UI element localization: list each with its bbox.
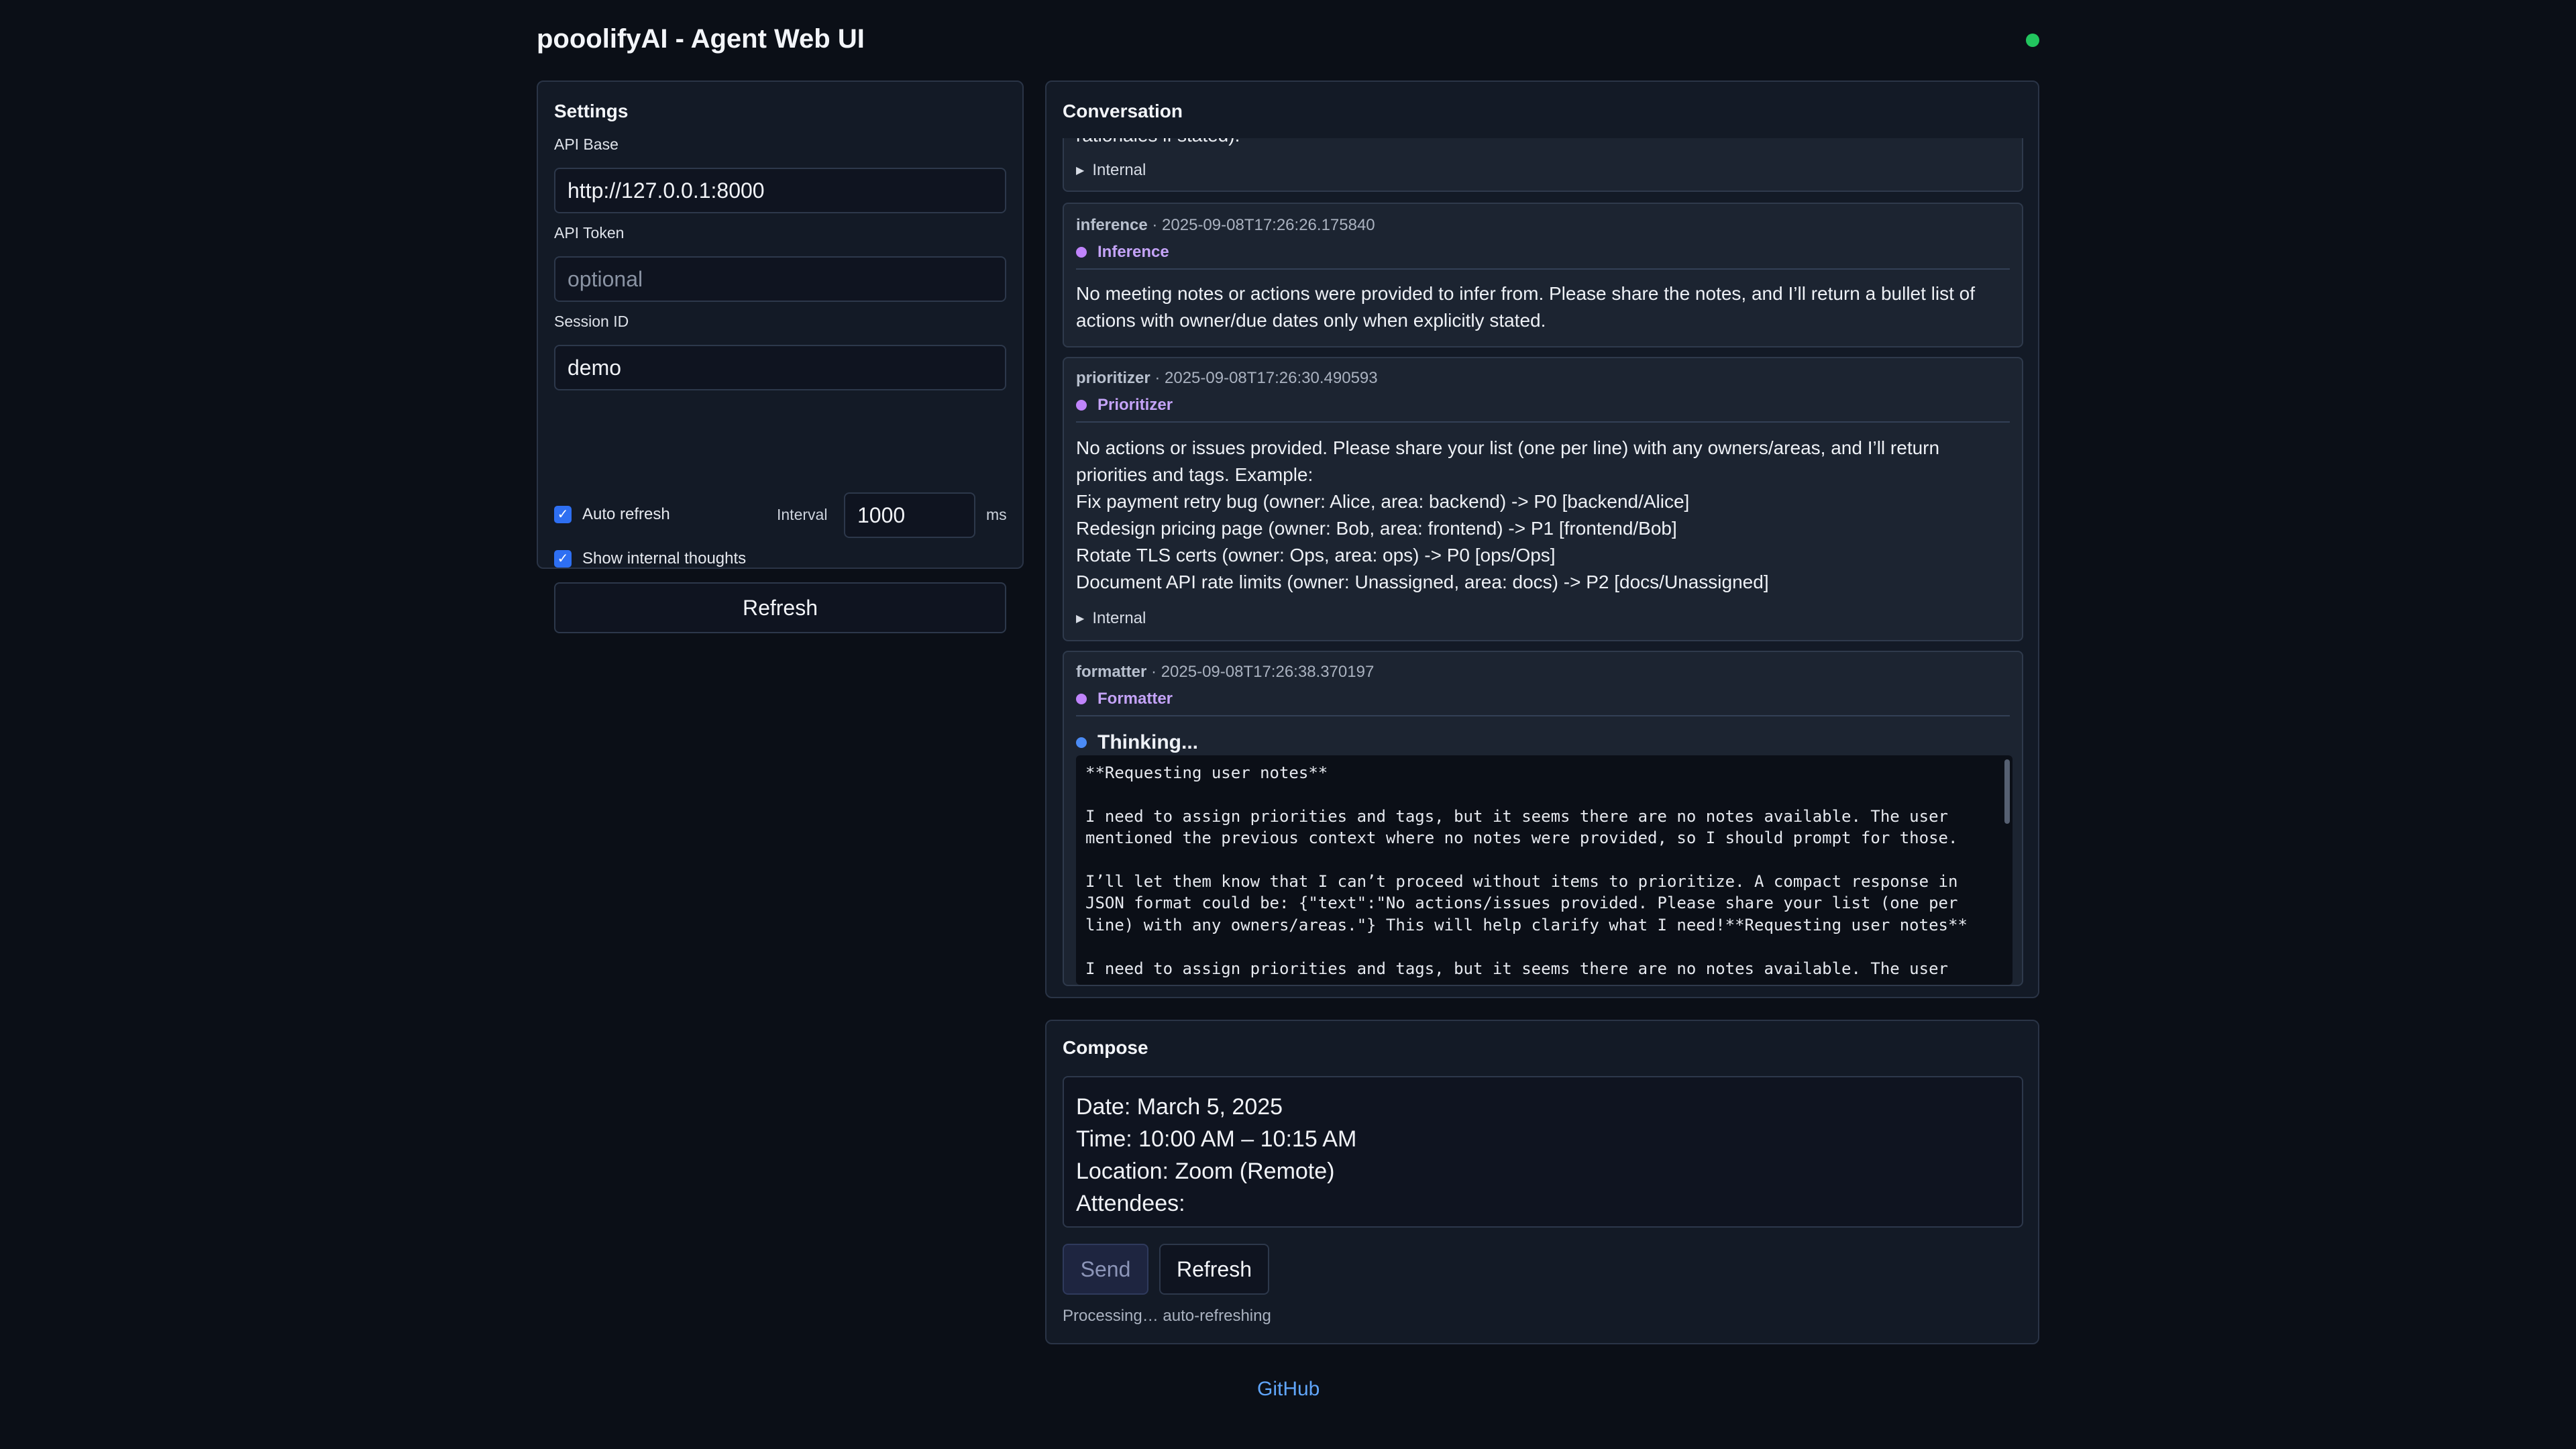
- divider: [1076, 715, 2010, 716]
- message-line: Fix payment retry bug (owner: Alice, are…: [1076, 491, 1690, 512]
- thinking-output-box[interactable]: **Requesting user notes** I need to assi…: [1076, 755, 2012, 985]
- api-base-input[interactable]: [554, 168, 1006, 213]
- message-agent: inference: [1076, 216, 1148, 234]
- settings-panel: Settings API Base API Token Session ID ✓…: [537, 80, 1024, 633]
- show-internal-checkbox[interactable]: ✓: [554, 550, 572, 568]
- role-name: Prioritizer: [1097, 396, 1173, 414]
- show-internal-label: Show internal thoughts: [582, 549, 747, 568]
- internal-label: Internal: [1092, 161, 1146, 179]
- settings-refresh-button[interactable]: Refresh: [554, 582, 1006, 633]
- settings-title: Settings: [554, 101, 629, 121]
- thinking-indicator: Thinking...: [1076, 731, 1198, 754]
- internal-toggle[interactable]: ▶ Internal: [1076, 161, 1146, 180]
- send-button[interactable]: Send: [1063, 1244, 1148, 1295]
- message-timestamp: 2025-09-08T17:26:38.370197: [1161, 663, 1375, 681]
- compose-status: Processing… auto-refreshing: [1063, 1307, 1271, 1325]
- compose-title: Compose: [1063, 1037, 1148, 1058]
- session-id-label: Session ID: [554, 313, 629, 330]
- role-badge: Prioritizer: [1076, 396, 1173, 415]
- api-base-label: API Base: [554, 136, 619, 153]
- compose-refresh-button[interactable]: Refresh: [1159, 1244, 1269, 1295]
- message-timestamp: 2025-09-08T17:26:26.175840: [1162, 216, 1375, 234]
- expand-triangle-icon: ▶: [1076, 613, 1085, 625]
- role-dot-icon: [1076, 694, 1087, 704]
- compose-panel: Compose Date: March 5, 2025 Time: 10:00 …: [1045, 1020, 2039, 1344]
- api-token-label: API Token: [554, 224, 625, 241]
- expand-triangle-icon: ▶: [1076, 165, 1085, 176]
- conversation-panel: Conversation rationales if stated). ▶ In…: [1045, 80, 2039, 998]
- conversation-scroll-area[interactable]: rationales if stated). ▶ Internal infere…: [1063, 138, 2023, 990]
- github-link[interactable]: GitHub: [1257, 1378, 1320, 1401]
- conversation-title: Conversation: [1063, 101, 1183, 121]
- compose-textarea[interactable]: Date: March 5, 2025 Time: 10:00 AM – 10:…: [1063, 1076, 2023, 1228]
- message-line: No actions or issues provided. Please sh…: [1076, 437, 1940, 485]
- thinking-scrollbar[interactable]: [2004, 759, 2010, 824]
- app-title: pooolifyAI - Agent Web UI: [537, 24, 865, 54]
- interval-label: Interval: [777, 506, 828, 523]
- divider: [1076, 421, 2010, 423]
- thinking-text: **Requesting user notes** I need to assi…: [1085, 763, 1968, 978]
- role-dot-icon: [1076, 400, 1087, 411]
- auto-refresh-label: Auto refresh: [582, 505, 670, 523]
- message-line: Rotate TLS certs (owner: Ops, area: ops)…: [1076, 545, 1556, 566]
- message-line: Document API rate limits (owner: Unassig…: [1076, 572, 1769, 592]
- message-text: No actions or issues provided. Please sh…: [1076, 435, 2008, 596]
- interval-input[interactable]: [844, 492, 975, 538]
- internal-toggle[interactable]: ▶ Internal: [1076, 609, 1146, 628]
- message-card-formatter: formatter · 2025-09-08T17:26:38.370197 F…: [1063, 651, 2023, 986]
- role-dot-icon: [1076, 247, 1087, 258]
- show-internal-option[interactable]: ✓ Show internal thoughts: [554, 549, 746, 569]
- thinking-dot-icon: [1076, 737, 1087, 748]
- message-meta: inference · 2025-09-08T17:26:26.175840: [1076, 216, 1375, 234]
- message-text-tail: rationales if stated).: [1076, 138, 2008, 149]
- auto-refresh-checkbox[interactable]: ✓: [554, 506, 572, 523]
- api-token-input[interactable]: [554, 256, 1006, 302]
- header: pooolifyAI - Agent Web UI: [537, 24, 2039, 58]
- role-badge: Inference: [1076, 243, 1169, 262]
- message-text: No meeting notes or actions were provide…: [1076, 283, 1976, 331]
- message-agent: formatter: [1076, 663, 1147, 681]
- interval-unit: ms: [986, 506, 1007, 523]
- internal-label: Internal: [1092, 609, 1146, 627]
- message-meta: prioritizer · 2025-09-08T17:26:30.490593: [1076, 369, 1378, 387]
- message-agent: prioritizer: [1076, 369, 1150, 387]
- role-badge: Formatter: [1076, 690, 1173, 708]
- message-meta: formatter · 2025-09-08T17:26:38.370197: [1076, 663, 1375, 681]
- message-card-partial: rationales if stated). ▶ Internal: [1063, 138, 2023, 192]
- message-card-prioritizer: prioritizer · 2025-09-08T17:26:30.490593…: [1063, 357, 2023, 641]
- role-name: Inference: [1097, 243, 1169, 261]
- divider: [1076, 268, 2010, 270]
- message-timestamp: 2025-09-08T17:26:30.490593: [1165, 369, 1378, 387]
- connection-status-dot: [2026, 34, 2039, 47]
- role-name: Formatter: [1097, 690, 1173, 708]
- auto-refresh-option[interactable]: ✓ Auto refresh: [554, 504, 670, 525]
- message-card-inference: inference · 2025-09-08T17:26:26.175840 I…: [1063, 203, 2023, 347]
- message-line: Redesign pricing page (owner: Bob, area:…: [1076, 518, 1677, 539]
- session-id-input[interactable]: [554, 345, 1006, 390]
- thinking-label: Thinking...: [1097, 731, 1198, 753]
